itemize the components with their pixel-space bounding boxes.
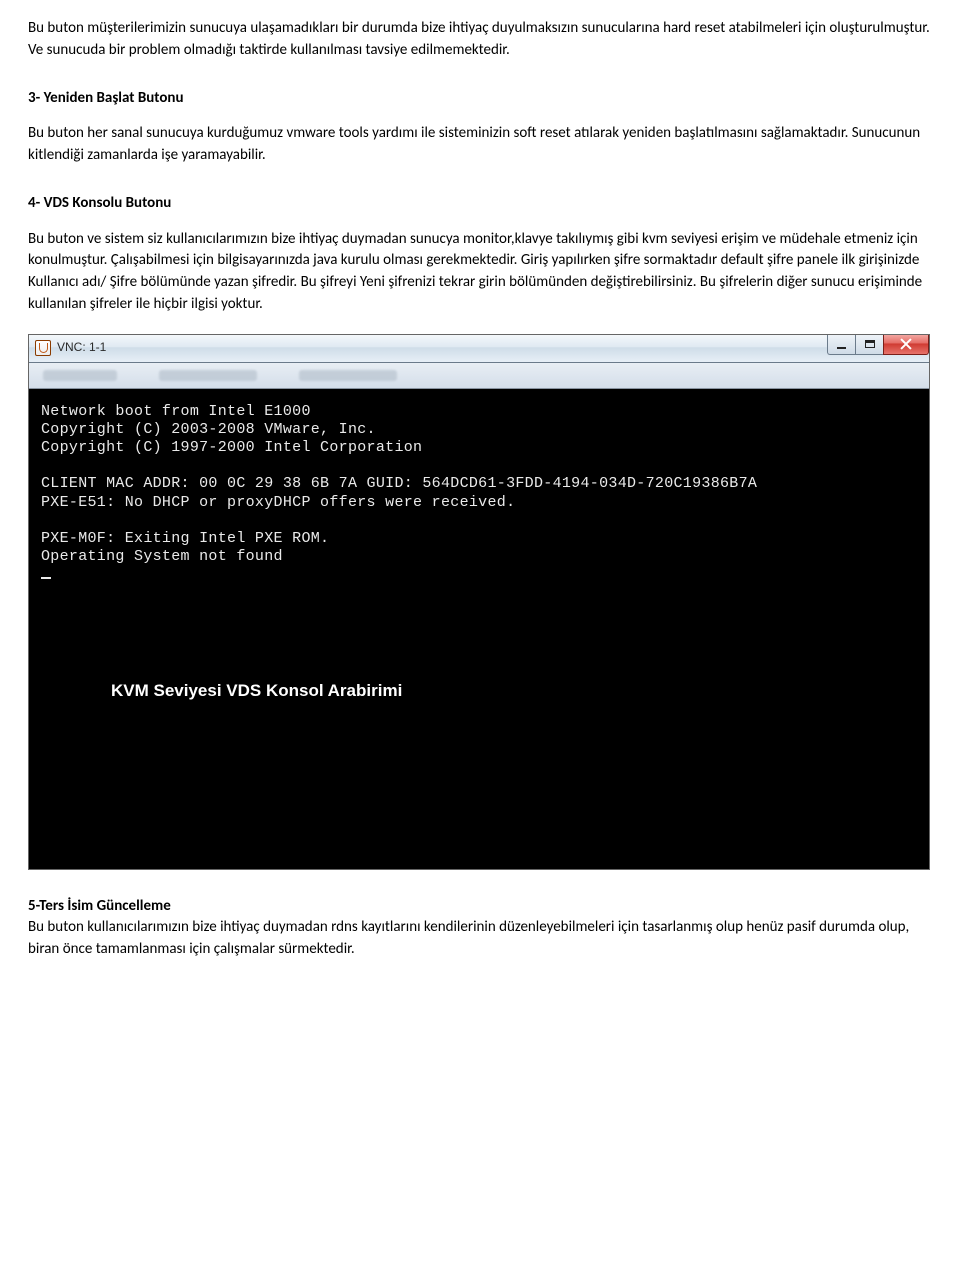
section3-title: 3- Yeniden Başlat Butonu (28, 88, 932, 110)
section4-paragraph: Bu buton ve sistem siz kullanıcılarımızı… (28, 229, 932, 316)
cursor-icon (41, 577, 51, 579)
intro-paragraph: Bu buton müşterilerimizin sunucuya ulaşa… (28, 18, 932, 62)
section4-title: 4- VDS Konsolu Butonu (28, 193, 932, 215)
console-blank (41, 512, 917, 530)
console-line: PXE-M0F: Exiting Intel PXE ROM. (41, 530, 917, 548)
section3-paragraph: Bu buton her sanal sunucuya kurduğumuz v… (28, 123, 932, 167)
console-line: Operating System not found (41, 548, 917, 566)
vnc-window: VNC: 1-1 Network boot from Intel E1000 C… (28, 334, 930, 870)
vnc-console[interactable]: Network boot from Intel E1000 Copyright … (29, 389, 929, 869)
close-button[interactable] (883, 335, 929, 355)
console-cursor-line (41, 567, 917, 585)
toolbar-blur-item (299, 370, 397, 381)
window-toolbar (29, 363, 929, 389)
maximize-button[interactable] (855, 335, 883, 355)
console-blank (41, 457, 917, 475)
minimize-icon (837, 347, 846, 349)
console-line: Network boot from Intel E1000 (41, 403, 917, 421)
window-buttons (827, 335, 929, 362)
window-titlebar[interactable]: VNC: 1-1 (29, 335, 929, 363)
toolbar-blur-item (43, 370, 117, 381)
section5-title: 5-Ters İsim Güncelleme (28, 896, 932, 918)
section5-paragraph: Bu buton kullanıcılarımızın bize ihtiyaç… (28, 917, 932, 961)
toolbar-blur-item (159, 370, 257, 381)
minimize-button[interactable] (827, 335, 855, 355)
window-title-text: VNC: 1-1 (57, 339, 106, 356)
console-line: PXE-E51: No DHCP or proxyDHCP offers wer… (41, 494, 917, 512)
titlebar-left: VNC: 1-1 (35, 339, 106, 356)
console-line: Copyright (C) 1997-2000 Intel Corporatio… (41, 439, 917, 457)
console-line: CLIENT MAC ADDR: 00 0C 29 38 6B 7A GUID:… (41, 475, 917, 493)
java-icon (35, 340, 51, 356)
close-icon (900, 338, 912, 350)
kvm-caption: KVM Seviyesi VDS Konsol Arabirimi (111, 681, 917, 702)
console-line: Copyright (C) 2003-2008 VMware, Inc. (41, 421, 917, 439)
maximize-icon (865, 340, 875, 348)
